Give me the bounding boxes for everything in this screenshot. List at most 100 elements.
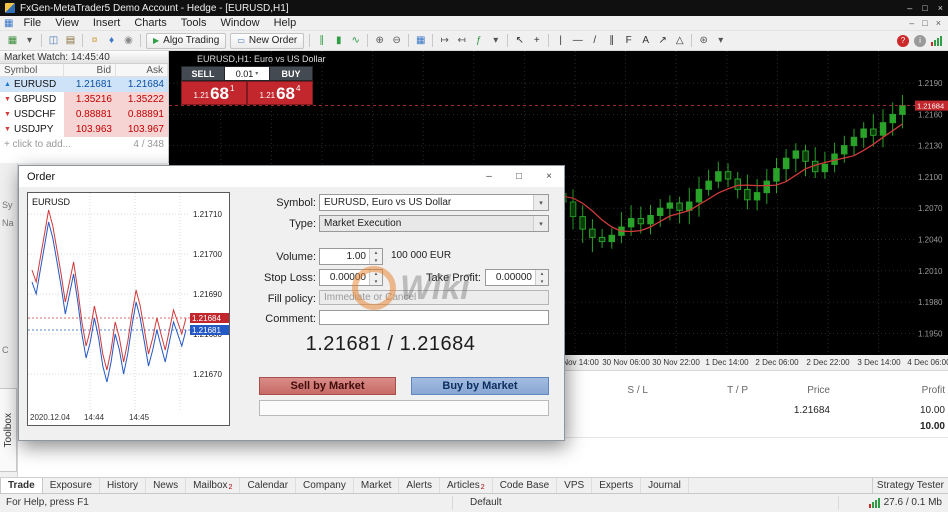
tab-alerts[interactable]: Alerts: [399, 478, 440, 493]
click-to-add[interactable]: + click to add...: [4, 139, 71, 150]
column-header-ask[interactable]: Ask: [116, 64, 168, 76]
volume-down-icon[interactable]: ▼: [370, 257, 382, 265]
templates-icon[interactable]: ▤: [62, 33, 79, 49]
market-watch-row[interactable]: ▼ USDJPY 103.963 103.967: [0, 122, 168, 137]
comment-input[interactable]: [319, 310, 549, 325]
vertical-line-icon[interactable]: |: [552, 33, 569, 49]
shapes-tool-icon[interactable]: △: [671, 33, 688, 49]
accounts-icon[interactable]: ♦: [103, 33, 120, 49]
menu-help[interactable]: Help: [267, 17, 304, 29]
status-profile[interactable]: Default: [470, 497, 502, 508]
child-minimize-icon[interactable]: –: [909, 18, 914, 28]
buy-price-display[interactable]: 1.21 68 4: [247, 81, 313, 105]
new-chart-icon[interactable]: ▦: [4, 33, 21, 49]
deposit-icon[interactable]: ¤: [86, 33, 103, 49]
type-dropdown-icon[interactable]: ▾: [533, 216, 548, 231]
tab-code-base[interactable]: Code Base: [493, 478, 558, 493]
tab-journal[interactable]: Journal: [641, 478, 689, 493]
menu-file[interactable]: File: [16, 17, 48, 29]
horizontal-line-icon[interactable]: —: [569, 33, 586, 49]
auto-scroll-icon[interactable]: ↦: [436, 33, 453, 49]
volume-stepper[interactable]: 1.00 ▲ ▼: [319, 248, 383, 265]
menu-charts[interactable]: Charts: [127, 17, 173, 29]
new-order-button[interactable]: ▭ New Order: [230, 32, 305, 49]
chart-dropdown-icon[interactable]: ▾: [21, 33, 38, 49]
tab-market[interactable]: Market: [354, 478, 400, 493]
maximize-icon[interactable]: □: [922, 3, 927, 13]
stop-loss-up-icon[interactable]: ▲: [370, 270, 382, 278]
menu-view[interactable]: View: [48, 17, 86, 29]
crosshair-icon[interactable]: +: [528, 33, 545, 49]
order-dialog-titlebar[interactable]: Order – □ ×: [19, 166, 564, 187]
tab-calendar[interactable]: Calendar: [240, 478, 297, 493]
symbol-dropdown-icon[interactable]: ▾: [533, 195, 548, 210]
buy-by-market-button[interactable]: Buy by Market: [411, 377, 549, 395]
close-icon[interactable]: ×: [938, 3, 943, 13]
one-click-buy-button[interactable]: BUY: [269, 66, 313, 81]
timeframes-icon[interactable]: ▾: [487, 33, 504, 49]
candles-chart-icon[interactable]: ▮: [330, 33, 347, 49]
trendline-icon[interactable]: /: [586, 33, 603, 49]
fibonacci-icon[interactable]: F: [620, 33, 637, 49]
tab-vps[interactable]: VPS: [557, 478, 593, 493]
channel-icon[interactable]: ∥: [603, 33, 620, 49]
minimize-icon[interactable]: –: [907, 3, 912, 13]
dialog-minimize-icon[interactable]: –: [474, 166, 504, 187]
bars-chart-icon[interactable]: ∥: [313, 33, 330, 49]
settings-icon[interactable]: ⊛: [695, 33, 712, 49]
chart-menu-icon[interactable]: ▦: [4, 18, 13, 29]
child-close-icon[interactable]: ×: [936, 18, 941, 28]
indicators-icon[interactable]: ƒ: [470, 33, 487, 49]
one-click-volume-input[interactable]: 0.01 ▾: [225, 66, 269, 81]
one-click-sell-button[interactable]: SELL: [181, 66, 225, 81]
cursor-icon[interactable]: ↖: [511, 33, 528, 49]
order-result-field: [259, 400, 549, 416]
tab-history[interactable]: History: [100, 478, 147, 493]
order-type-select[interactable]: Market Execution ▾: [319, 215, 549, 232]
tile-windows-icon[interactable]: ▦: [412, 33, 429, 49]
profiles-icon[interactable]: ◫: [45, 33, 62, 49]
tab-company[interactable]: Company: [296, 478, 354, 493]
settings-dropdown-icon[interactable]: ▾: [712, 33, 729, 49]
community-icon[interactable]: ◉: [120, 33, 137, 49]
market-watch-row[interactable]: ▲ EURUSD 1.21681 1.21684: [0, 77, 168, 92]
text-tool-icon[interactable]: A: [637, 33, 654, 49]
tab-trade[interactable]: Trade: [0, 478, 43, 493]
tab-exposure[interactable]: Exposure: [43, 478, 100, 493]
column-header-symbol[interactable]: Symbol: [0, 64, 64, 76]
take-profit-down-icon[interactable]: ▼: [536, 278, 548, 286]
sell-by-market-button[interactable]: Sell by Market: [259, 377, 396, 395]
stop-loss-stepper[interactable]: 0.00000 ▲ ▼: [319, 269, 383, 286]
arrows-tool-icon[interactable]: ↗: [654, 33, 671, 49]
tab-news[interactable]: News: [146, 478, 187, 493]
market-watch-row[interactable]: ▼ GBPUSD 1.35216 1.35222: [0, 92, 168, 107]
child-restore-icon[interactable]: □: [922, 18, 927, 28]
strategy-tester-tab[interactable]: Strategy Tester: [871, 478, 948, 493]
dialog-maximize-icon[interactable]: □: [504, 166, 534, 187]
stop-loss-down-icon[interactable]: ▼: [370, 278, 382, 286]
algo-trading-button[interactable]: ▶ Algo Trading: [146, 32, 227, 49]
line-chart-icon[interactable]: ∿: [347, 33, 364, 49]
dialog-close-icon[interactable]: ×: [534, 166, 564, 187]
take-profit-stepper[interactable]: 0.00000 ▲ ▼: [485, 269, 549, 286]
toolbox-vertical-tab[interactable]: Toolbox: [0, 388, 17, 472]
tab-mailbox[interactable]: Mailbox 2: [186, 478, 241, 493]
sell-price-display[interactable]: 1.21 68 1: [181, 81, 247, 105]
volume-dropdown-icon[interactable]: ▾: [255, 70, 258, 77]
symbol-select[interactable]: EURUSD, Euro vs US Dollar ▾: [319, 194, 549, 211]
volume-up-icon[interactable]: ▲: [370, 249, 382, 257]
menu-insert[interactable]: Insert: [86, 17, 128, 29]
help-icon[interactable]: ?: [897, 34, 909, 47]
market-watch-row[interactable]: ▼ USDCHF 0.88881 0.88891: [0, 107, 168, 122]
tab-articles[interactable]: Articles 2: [440, 478, 493, 493]
zoom-out-icon[interactable]: ⊖: [388, 33, 405, 49]
info-icon[interactable]: i: [914, 34, 926, 47]
column-header-bid[interactable]: Bid: [64, 64, 116, 76]
tab-experts[interactable]: Experts: [592, 478, 642, 493]
zoom-in-icon[interactable]: ⊕: [371, 33, 388, 49]
chart-shift-icon[interactable]: ↤: [453, 33, 470, 49]
menu-tools[interactable]: Tools: [174, 17, 214, 29]
take-profit-up-icon[interactable]: ▲: [536, 270, 548, 278]
order-tick-chart[interactable]: 1.217101.217001.216901.216801.216701.216…: [27, 192, 230, 426]
menu-window[interactable]: Window: [213, 17, 266, 29]
